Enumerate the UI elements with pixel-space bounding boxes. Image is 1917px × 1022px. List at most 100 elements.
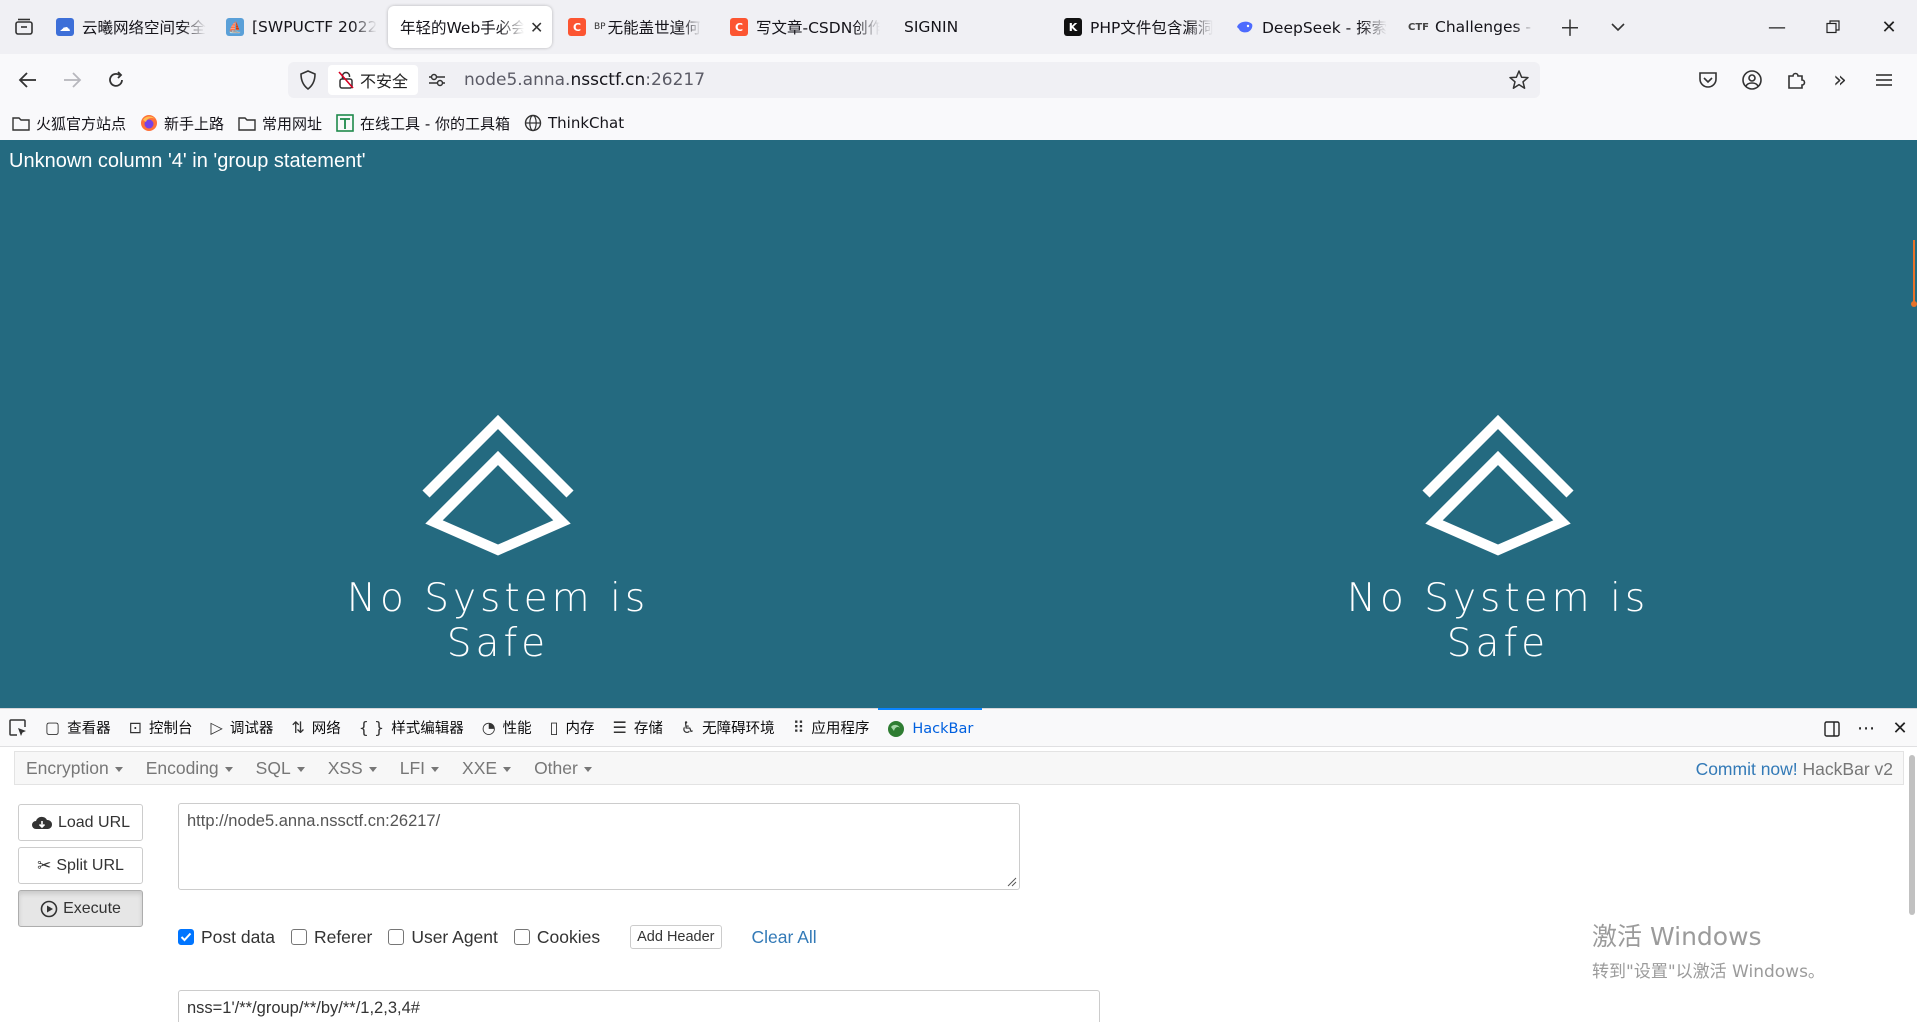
bookmark-label: 在线工具 - 你的工具箱 bbox=[360, 114, 510, 133]
tracking-protection-icon[interactable] bbox=[288, 70, 328, 90]
devtools-tab-label: 网络 bbox=[311, 721, 341, 737]
menu-other[interactable]: Other bbox=[523, 758, 604, 779]
devtools-tab-hackbar[interactable]: HackBar bbox=[878, 708, 983, 747]
minimize-button[interactable]: — bbox=[1749, 0, 1805, 54]
caret-down-icon bbox=[368, 766, 377, 772]
bookmark-star-icon[interactable] bbox=[1508, 69, 1530, 95]
menu-xxe[interactable]: XXE bbox=[451, 758, 523, 779]
devtools-tab-label: 调试器 bbox=[229, 721, 274, 737]
devtools-scrollbar[interactable] bbox=[1909, 755, 1915, 915]
devtools-tab-label: 存储 bbox=[633, 721, 663, 737]
post-data-option[interactable]: Post data bbox=[178, 927, 275, 948]
address-bar[interactable]: 不安全 node5.anna.nssctf.cn:26217 bbox=[288, 62, 1540, 98]
tab-deepseek[interactable]: DeepSeek - 探索 bbox=[1228, 6, 1400, 48]
list-all-tabs-button[interactable] bbox=[1594, 0, 1642, 54]
menu-encryption[interactable]: Encryption bbox=[15, 758, 135, 779]
tab-title: Challenges - CTF bbox=[1435, 18, 1534, 36]
reload-button[interactable] bbox=[94, 58, 138, 102]
cookies-option[interactable]: Cookies bbox=[513, 926, 601, 948]
double-chevron-up-icon bbox=[1422, 414, 1574, 556]
option-label: Cookies bbox=[536, 926, 601, 947]
tab-challenges[interactable]: CTF Challenges - CTF bbox=[1400, 6, 1542, 48]
post-data-checkbox[interactable] bbox=[178, 929, 194, 945]
devtools-tab-inspector[interactable]: ▢ 查看器 bbox=[36, 708, 120, 747]
restore-icon bbox=[1826, 20, 1840, 34]
tab-yunxi[interactable]: ☁ 云曦网络空间安全 bbox=[48, 6, 218, 48]
load-url-button[interactable]: Load URL bbox=[18, 804, 143, 841]
tab-title: 写文章-CSDN创作 bbox=[756, 19, 880, 37]
back-button[interactable] bbox=[6, 58, 50, 102]
tab-list-button[interactable] bbox=[0, 0, 48, 54]
split-url-button[interactable]: ✂ Split URL bbox=[18, 847, 143, 884]
bookmark-label: 火狐官方站点 bbox=[36, 114, 127, 133]
devtools-tab-storage[interactable]: ☰ 存储 bbox=[603, 708, 671, 747]
memory-icon: ▯ bbox=[549, 718, 559, 737]
debugger-icon: ▷ bbox=[210, 718, 223, 737]
tab-csdn-write[interactable]: C 写文章-CSDN创作 bbox=[722, 6, 888, 48]
close-tab-icon[interactable]: ✕ bbox=[530, 18, 543, 37]
forward-button[interactable] bbox=[50, 58, 94, 102]
menu-xss[interactable]: XSS bbox=[317, 758, 389, 779]
resize-handle-icon[interactable] bbox=[1005, 875, 1017, 887]
devtools-tab-application[interactable]: ⠿ 应用程序 bbox=[784, 708, 879, 747]
devtools-more-button[interactable]: ⋯ bbox=[1849, 718, 1883, 739]
arrow-left-icon bbox=[18, 72, 36, 88]
tab-swpuctf[interactable]: ⛵ [SWPUCTF 2022 bbox=[218, 6, 388, 48]
devtools-tab-console[interactable]: ⊡ 控制台 bbox=[120, 708, 202, 747]
cloud-download-icon bbox=[31, 816, 52, 829]
scissors-icon: ✂ bbox=[37, 855, 52, 875]
devtools-tab-style-editor[interactable]: { } 样式编辑器 bbox=[350, 708, 473, 747]
commit-now-link[interactable]: Commit now! bbox=[1696, 759, 1798, 779]
performance-icon: ◔ bbox=[481, 718, 496, 737]
devtools-tab-memory[interactable]: ▯ 内存 bbox=[541, 708, 604, 747]
caret-down-icon bbox=[583, 766, 592, 772]
overflow-menu-button[interactable]: » bbox=[1818, 58, 1862, 102]
devtools-tab-performance[interactable]: ◔ 性能 bbox=[473, 708, 541, 747]
menu-encoding[interactable]: Encoding bbox=[135, 758, 245, 779]
close-window-button[interactable]: ✕ bbox=[1861, 0, 1917, 54]
windows-activation-watermark: 激活 Windows 转到"设置"以激活 Windows。 bbox=[1592, 917, 1825, 982]
dock-side-button[interactable] bbox=[1815, 720, 1849, 738]
tool-icon bbox=[336, 114, 354, 132]
bookmark-common-sites[interactable]: 常用网址 bbox=[238, 113, 322, 134]
connection-not-secure-indicator[interactable]: 不安全 bbox=[328, 65, 419, 95]
user-agent-checkbox[interactable] bbox=[388, 929, 405, 945]
devtools-tab-network[interactable]: ⇅ 网络 bbox=[282, 708, 349, 747]
bookmark-getting-started[interactable]: 新手上路 bbox=[140, 113, 224, 134]
app-menu-button[interactable] bbox=[1862, 58, 1906, 102]
clear-all-link[interactable]: Clear All bbox=[752, 927, 817, 948]
menu-sql[interactable]: SQL bbox=[245, 758, 317, 779]
add-header-button[interactable]: Add Header bbox=[630, 925, 722, 949]
accessibility-icon: ♿ bbox=[680, 718, 696, 737]
pocket-icon bbox=[1699, 72, 1717, 88]
pocket-button[interactable] bbox=[1686, 58, 1730, 102]
execute-button[interactable]: Execute bbox=[18, 890, 143, 927]
nss-logo-left: No System is Safe bbox=[288, 402, 708, 666]
bookmark-firefox-official[interactable]: 火狐官方站点 bbox=[12, 113, 126, 134]
tab-php[interactable]: K PHP文件包含漏洞 bbox=[1056, 6, 1228, 48]
extensions-button[interactable] bbox=[1774, 58, 1818, 102]
restore-button[interactable] bbox=[1805, 0, 1861, 54]
referer-checkbox[interactable] bbox=[290, 929, 307, 945]
tab-csdn-bp[interactable]: C BP 无能盖世遑何 bbox=[552, 6, 722, 48]
element-picker-button[interactable] bbox=[0, 718, 36, 738]
account-button[interactable] bbox=[1730, 58, 1774, 102]
page-scrollbar[interactable] bbox=[1909, 240, 1917, 310]
hackbar-menu-bar: Encryption Encoding SQL XSS LFI XXE Othe… bbox=[14, 751, 1904, 785]
referer-option[interactable]: Referer bbox=[290, 927, 372, 948]
new-tab-button[interactable]: ＋ bbox=[1546, 0, 1594, 54]
tab-active-web[interactable]: 年轻的Web手必会 ✕ bbox=[388, 6, 552, 48]
devtools-tab-accessibility[interactable]: ♿ 无障碍环境 bbox=[672, 708, 784, 747]
devtools-close-button[interactable]: ✕ bbox=[1883, 718, 1917, 739]
user-agent-option[interactable]: User Agent bbox=[388, 927, 498, 948]
menu-lfi[interactable]: LFI bbox=[389, 758, 451, 779]
tab-signin[interactable]: SIGNIN bbox=[888, 6, 1056, 48]
devtools-tab-debugger[interactable]: ▷ 调试器 bbox=[202, 708, 283, 747]
cookies-checkbox[interactable] bbox=[513, 929, 530, 945]
bookmark-online-tools[interactable]: 在线工具 - 你的工具箱 bbox=[336, 113, 510, 134]
bookmark-thinkchat[interactable]: ThinkChat bbox=[524, 114, 624, 132]
post-data-textarea[interactable]: nss=1'/**/group/**/by/**/1,2,3,4# bbox=[178, 990, 1100, 1022]
not-secure-label: 不安全 bbox=[360, 72, 409, 91]
url-textarea[interactable]: http://node5.anna.nssctf.cn:26217/ bbox=[178, 803, 1020, 890]
permissions-icon[interactable] bbox=[418, 73, 456, 87]
